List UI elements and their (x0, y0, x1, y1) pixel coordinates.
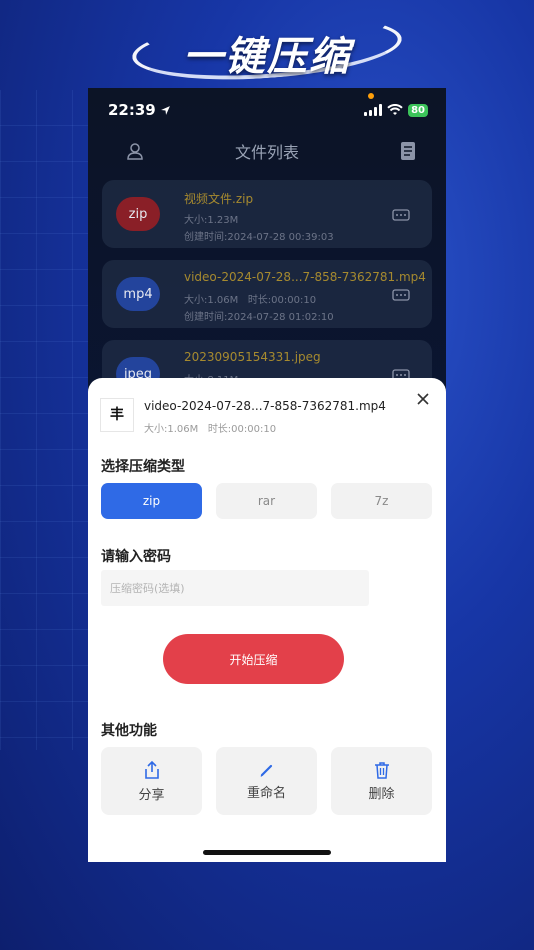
phone-screen: 22:39 80 文件列表 zip 视频文件.zip 大小:1.23M 创建时间… (88, 88, 446, 862)
more-options-icon[interactable] (392, 289, 410, 301)
cellular-signal-icon (364, 104, 383, 116)
delete-label: 删除 (368, 786, 395, 802)
user-icon[interactable] (126, 142, 144, 160)
file-name: 20230905154331.jpeg (184, 350, 321, 364)
file-name: video-2024-07-28...7-858-7362781.mp4 (184, 270, 426, 284)
selected-file-name: video-2024-07-28...7-858-7362781.mp4 (144, 399, 386, 413)
rename-button[interactable]: 重命名 (216, 747, 317, 815)
file-name: 视频文件.zip (184, 192, 254, 206)
trash-icon (374, 761, 389, 779)
password-input[interactable] (101, 570, 369, 606)
file-created-time: 创建时间:2024-07-28 00:39:03 (184, 232, 334, 243)
delete-button[interactable]: 删除 (331, 747, 432, 815)
file-created-time: 创建时间:2024-07-28 01:02:10 (184, 312, 334, 323)
thumbnail-logo-icon: 丰 (110, 407, 124, 423)
file-size: 大小:1.23M (184, 215, 239, 226)
compress-type-title: 选择压缩类型 (101, 459, 185, 475)
file-card[interactable]: mp4 video-2024-07-28...7-858-7362781.mp4… (102, 260, 432, 328)
location-arrow-icon (160, 105, 170, 115)
file-type-badge: zip (116, 197, 160, 231)
promo-banner: 一键压缩 (0, 6, 534, 88)
start-compress-button[interactable]: 开始压缩 (163, 634, 344, 684)
wifi-icon (387, 104, 403, 115)
status-time: 22:39 (108, 101, 156, 119)
type-rar-button[interactable]: rar (216, 483, 317, 519)
share-label: 分享 (138, 787, 165, 803)
status-bar: 22:39 80 (108, 100, 428, 120)
file-thumbnail: 丰 (100, 398, 134, 432)
type-zip-button[interactable]: zip (101, 483, 202, 519)
other-functions-title: 其他功能 (101, 723, 157, 739)
more-options-icon[interactable] (392, 209, 410, 221)
compress-bottom-sheet: 丰 video-2024-07-28...7-858-7362781.mp4 大… (88, 378, 446, 862)
selected-file-size: 大小:1.06M (144, 424, 199, 435)
banner-title: 一键压缩 (183, 34, 351, 80)
share-icon (144, 760, 159, 779)
pencil-icon (259, 764, 272, 777)
document-icon[interactable] (400, 141, 416, 161)
file-duration: 时长:00:00:10 (247, 295, 317, 306)
share-button[interactable]: 分享 (101, 747, 202, 815)
page-title: 文件列表 (234, 143, 299, 162)
rename-label: 重命名 (246, 785, 286, 801)
type-7z-button[interactable]: 7z (331, 483, 432, 519)
home-indicator[interactable] (203, 850, 331, 855)
file-type-badge: mp4 (116, 277, 160, 311)
password-title: 请输入密码 (101, 549, 171, 565)
battery-icon: 80 (408, 103, 428, 117)
selected-file-duration: 时长:00:00:10 (207, 424, 277, 435)
file-size: 大小:1.06M (184, 295, 239, 306)
close-icon[interactable] (416, 392, 430, 406)
file-card[interactable]: zip 视频文件.zip 大小:1.23M 创建时间:2024-07-28 00… (102, 180, 432, 248)
privacy-indicator-dot (368, 93, 374, 99)
nav-bar: 文件列表 (88, 136, 446, 166)
